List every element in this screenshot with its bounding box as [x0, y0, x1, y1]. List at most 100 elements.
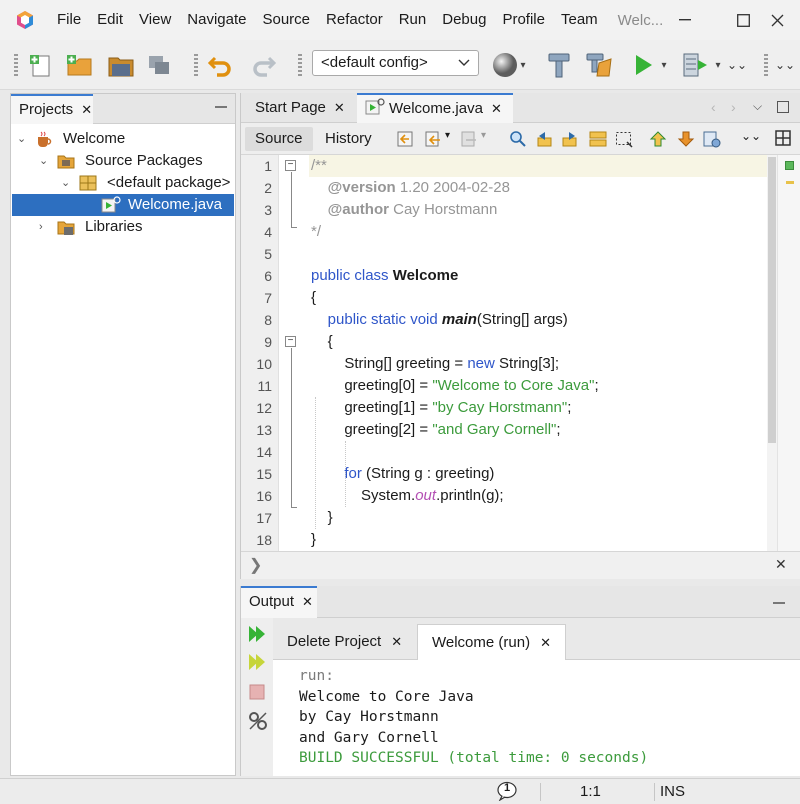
- tree-node-default-package[interactable]: ⌄ <default package>: [11, 172, 235, 194]
- stop-icon[interactable]: [247, 682, 267, 702]
- line-number: 3: [264, 202, 272, 218]
- tab-output-label: Output: [249, 593, 295, 610]
- source-tab[interactable]: Source: [245, 127, 313, 151]
- toolbar-overflow-button[interactable]: ⌄⌄: [726, 50, 748, 80]
- tab-start-page[interactable]: Start Page ✕: [247, 93, 359, 123]
- last-edit-icon[interactable]: [397, 130, 415, 148]
- settings-icon[interactable]: [247, 710, 269, 732]
- tab-projects[interactable]: Projects ✕: [11, 94, 93, 124]
- subtab-delete-project[interactable]: Delete Project ✕: [273, 624, 416, 660]
- chevron-down-icon[interactable]: ⌄: [17, 128, 26, 150]
- chevron-down-icon[interactable]: ⌵: [753, 99, 762, 114]
- toggle-bookmark-icon[interactable]: [703, 130, 721, 148]
- toolbar-grip[interactable]: [298, 54, 302, 76]
- close-icon[interactable]: ✕: [491, 101, 502, 116]
- chevron-right-icon[interactable]: ›: [731, 99, 736, 115]
- fold-toggle[interactable]: −: [285, 160, 296, 171]
- chevron-down-icon[interactable]: ⌄: [39, 150, 48, 172]
- find-next-icon[interactable]: [561, 130, 579, 148]
- code-editor[interactable]: − − /** @version 1.20 2004-02-28 @author…: [279, 155, 767, 551]
- chevron-right-icon[interactable]: ❯: [249, 555, 262, 575]
- toolbar-grip[interactable]: [14, 54, 18, 76]
- new-file-button[interactable]: [26, 50, 56, 80]
- toolbar-grip[interactable]: [764, 54, 768, 76]
- output-line: by Cay Horstmann: [299, 709, 439, 726]
- chevron-left-icon[interactable]: ‹: [711, 99, 716, 115]
- tree-node-welcome[interactable]: ⌄ Welcome: [11, 128, 235, 150]
- tab-welcome-java[interactable]: Welcome.java ✕: [357, 93, 513, 123]
- status-bar: 1 1:1 INS: [0, 778, 800, 804]
- clean-build-button[interactable]: [584, 50, 614, 80]
- maximize-editor-button[interactable]: [777, 101, 789, 113]
- editor-tabbar: Start Page ✕ Welcome.java ✕ ‹ › ⌵: [241, 93, 800, 123]
- toggle-highlight-icon[interactable]: [589, 130, 607, 148]
- redo-button[interactable]: [248, 50, 278, 80]
- open-project-button[interactable]: [106, 50, 136, 80]
- error-stripe[interactable]: [777, 155, 800, 551]
- split-view-icon[interactable]: [775, 130, 793, 148]
- menu-debug[interactable]: Debug: [434, 0, 494, 40]
- rerun-icon[interactable]: [247, 624, 267, 644]
- chevron-right-icon[interactable]: ›: [39, 216, 43, 238]
- chevron-down-icon: ▾: [715, 59, 721, 71]
- menu-view[interactable]: View: [131, 0, 179, 40]
- menu-file[interactable]: File: [49, 0, 89, 40]
- next-bookmark-icon[interactable]: [677, 130, 695, 148]
- close-icon[interactable]: ✕: [81, 102, 92, 117]
- subtab-welcome-run[interactable]: Welcome (run) ✕: [417, 624, 566, 660]
- coffee-cup-icon: [38, 131, 52, 147]
- new-project-button[interactable]: [64, 50, 94, 80]
- toolbar-overflow-button-2[interactable]: ⌄⌄: [774, 50, 796, 80]
- forward-icon[interactable]: [461, 130, 479, 148]
- close-icon[interactable]: ✕: [540, 635, 551, 650]
- history-tab[interactable]: History: [315, 127, 382, 151]
- double-chevron-down-icon[interactable]: ⌄⌄: [741, 129, 761, 143]
- code-line-15: for (String g : greeting): [344, 465, 495, 482]
- debug-project-button[interactable]: [680, 50, 710, 80]
- close-icon[interactable]: ✕: [334, 100, 345, 115]
- insert-mode[interactable]: INS: [660, 783, 685, 800]
- close-project-button[interactable]: [144, 50, 174, 80]
- rerun-with-options-icon[interactable]: [247, 652, 267, 672]
- chevron-down-icon[interactable]: ▾: [445, 130, 450, 141]
- fold-toggle[interactable]: −: [285, 336, 296, 347]
- close-icon[interactable]: ✕: [302, 594, 313, 609]
- undo-button[interactable]: [206, 50, 236, 80]
- minimize-window-button[interactable]: [662, 0, 708, 40]
- previous-bookmark-icon[interactable]: [649, 130, 667, 148]
- chevron-down-icon[interactable]: ▾: [481, 130, 486, 141]
- scrollbar-thumb[interactable]: [768, 157, 776, 443]
- find-previous-icon[interactable]: [535, 130, 553, 148]
- rectangular-selection-icon[interactable]: [615, 130, 633, 148]
- minimize-panel-button[interactable]: [773, 602, 785, 604]
- menu-navigate[interactable]: Navigate: [179, 0, 254, 40]
- debug-dropdown-button[interactable]: ▾: [710, 50, 726, 80]
- back-icon[interactable]: [425, 130, 443, 148]
- menu-edit[interactable]: Edit: [89, 0, 131, 40]
- output-console[interactable]: run: Welcome to Core Java by Cay Horstma…: [299, 666, 648, 769]
- tree-node-libraries[interactable]: › Libraries: [11, 216, 235, 238]
- tree-node-welcome-java[interactable]: Welcome.java: [12, 194, 234, 216]
- run-project-button[interactable]: [628, 50, 658, 80]
- menu-source[interactable]: Source: [254, 0, 318, 40]
- menu-run[interactable]: Run: [391, 0, 435, 40]
- chevron-down-icon[interactable]: ⌄: [61, 172, 70, 194]
- tab-output[interactable]: Output ✕: [241, 586, 317, 618]
- minimize-panel-button[interactable]: [215, 106, 227, 108]
- close-icon[interactable]: ✕: [775, 556, 787, 573]
- find-icon[interactable]: [509, 130, 527, 148]
- menu-refactor[interactable]: Refactor: [318, 0, 391, 40]
- menu-profile[interactable]: Profile: [494, 0, 553, 40]
- configuration-select[interactable]: <default config>: [312, 50, 479, 76]
- globe-dropdown-button[interactable]: ▾: [515, 50, 531, 80]
- close-icon[interactable]: ✕: [391, 634, 402, 649]
- tree-node-source-packages[interactable]: ⌄ Source Packages: [11, 150, 235, 172]
- editor-vertical-scrollbar[interactable]: [767, 155, 777, 551]
- notifications-button[interactable]: 1: [496, 781, 518, 802]
- run-dropdown-button[interactable]: ▾: [656, 50, 672, 80]
- menu-team[interactable]: Team: [553, 0, 606, 40]
- build-project-button[interactable]: [544, 50, 574, 80]
- output-line: Welcome to Core Java: [299, 688, 474, 705]
- toolbar-grip[interactable]: [194, 54, 198, 76]
- close-window-button[interactable]: [754, 0, 800, 40]
